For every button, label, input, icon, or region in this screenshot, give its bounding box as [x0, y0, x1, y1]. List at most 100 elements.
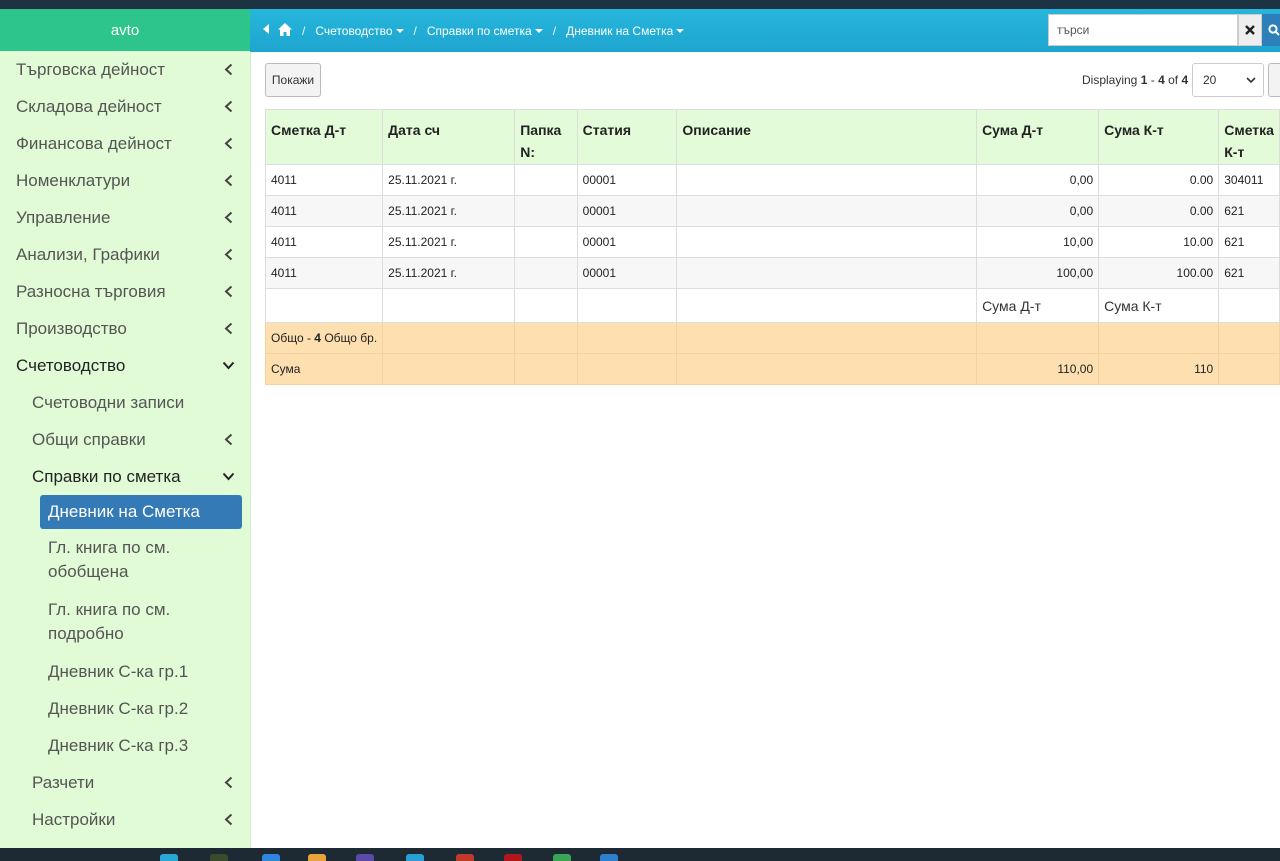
sidebar-item-label: Номенклатури [16, 171, 130, 191]
column-header[interactable]: Сума Д-т [976, 109, 1100, 165]
cell-sum-dt: 100,00 [976, 257, 1100, 289]
table-row[interactable]: 4011 25.11.2021 г. 00001 0,00 0.00 621 [264, 195, 1280, 227]
breadcrumb-label: Дневник на Сметка [566, 23, 674, 38]
cell-date: 25.11.2021 г. [382, 164, 516, 196]
cell-sum-dt: 10,00 [976, 226, 1100, 258]
column-header[interactable]: Сметка Д-т [264, 109, 384, 165]
sidebar-item-9[interactable]: Счетоводни записи [0, 384, 250, 421]
range-to: 4 [1158, 73, 1165, 87]
sum-cell [382, 353, 516, 385]
taskbar-app-icon[interactable] [504, 854, 522, 861]
sidebar-item-label: Счетоводни записи [32, 393, 184, 413]
sidebar-item-11[interactable]: Справки по сметка [0, 458, 250, 495]
sum-cell [514, 353, 578, 385]
search-input[interactable] [1048, 14, 1238, 46]
taskbar-app-icon[interactable] [406, 854, 424, 861]
total-cell [576, 322, 678, 354]
column-header[interactable]: Статия [576, 109, 678, 165]
sidebar-item-13[interactable]: Гл. книга по см. обобщена [0, 529, 250, 591]
chevron-left-icon [220, 321, 236, 337]
sidebar-item-18[interactable]: Разчети [0, 764, 250, 801]
sidebar-item-15[interactable]: Дневник С-ка гр.1 [0, 653, 250, 690]
sidebar-item-2[interactable]: Финансова дейност [0, 125, 250, 162]
cell-account-dt: 4011 [264, 226, 384, 258]
cell-sum-kt: 10.00 [1098, 226, 1220, 258]
breadcrumb-account-journal[interactable]: Дневник на Сметка [566, 23, 685, 38]
cell-date: 25.11.2021 г. [382, 257, 516, 289]
caret-down-icon [534, 29, 543, 34]
column-header[interactable]: Дата сч [382, 109, 516, 165]
column-header[interactable]: Сметка К-т [1218, 109, 1280, 165]
taskbar-app-icon[interactable] [210, 854, 228, 861]
window-top-border [0, 0, 1280, 9]
page-size-value: 20 [1203, 73, 1217, 87]
taskbar-app-icon[interactable] [456, 854, 474, 861]
table-row[interactable]: 4011 25.11.2021 г. 00001 0,00 0.00 304011 [264, 164, 1280, 196]
breadcrumb-account-reports[interactable]: Справки по сметка [427, 24, 543, 38]
chevron-left-icon [220, 210, 236, 226]
sidebar-item-6[interactable]: Разносна търговия [0, 273, 250, 310]
breadcrumb: / Счетоводство / Справки по сметка / Дне… [262, 9, 685, 52]
sidebar-item-label: Финансова дейност [16, 134, 172, 154]
back-arrow-icon[interactable] [262, 23, 270, 38]
taskbar-app-icon[interactable] [356, 854, 374, 861]
clear-search-button[interactable] [1238, 14, 1262, 46]
cell-article: 00001 [576, 226, 678, 258]
sidebar-item-5[interactable]: Анализи, Графики [0, 236, 250, 273]
sum-cell [676, 353, 978, 385]
taskbar-app-icon[interactable] [160, 854, 178, 861]
pagination-info: Displaying 1 - 4 of 4 [1082, 73, 1188, 87]
show-button[interactable]: Покажи [265, 63, 321, 97]
taskbar-app-icon[interactable] [262, 854, 280, 861]
taskbar-app-icon[interactable] [600, 854, 618, 861]
total-cell: Общо - 4 Общо бр. [264, 322, 384, 354]
breadcrumb-accounting[interactable]: Счетоводство [315, 23, 404, 38]
page-size-select[interactable]: 20 [1192, 63, 1264, 97]
footer-header-cell: Сума Д-т [976, 288, 1100, 323]
sidebar-menu: Търговска дейност Складова дейност Финансо… [0, 51, 250, 838]
taskbar-app-icon[interactable] [308, 854, 326, 861]
sidebar-item-7[interactable]: Производство [0, 310, 250, 347]
breadcrumb-separator: / [413, 23, 417, 38]
sum-row: Сума 110,00 110 [264, 353, 1280, 385]
sidebar-item-12[interactable]: Дневник на Сметка [40, 495, 242, 529]
cell-date: 25.11.2021 г. [382, 226, 516, 258]
sidebar-item-0[interactable]: Търговска дейност [0, 51, 250, 88]
sidebar-item-label: Гл. книга по см. подробно [48, 598, 170, 646]
sidebar-item-text: обобщена [48, 562, 129, 581]
brand-title[interactable]: avto [0, 9, 250, 51]
sidebar-item-label: Складова дейност [16, 97, 162, 117]
cell-article: 00001 [576, 164, 678, 196]
column-header[interactable]: Описание [676, 109, 978, 165]
sidebar-item-text: Складова дейност [16, 96, 162, 116]
column-header[interactable]: Сума К-т [1098, 109, 1220, 165]
footer-header-cell [576, 288, 678, 323]
sidebar-item-label: Разчети [32, 773, 94, 793]
home-icon[interactable] [278, 22, 292, 39]
table-row[interactable]: 4011 25.11.2021 г. 00001 100,00 100.00 621 [264, 257, 1280, 289]
sidebar-item-16[interactable]: Дневник С-ка гр.2 [0, 690, 250, 727]
footer-header-cell [676, 288, 978, 323]
cell-sum-kt: 100.00 [1098, 257, 1220, 289]
sidebar-item-4[interactable]: Управление [0, 199, 250, 236]
footer-header-cell [1218, 288, 1280, 323]
sidebar-item-10[interactable]: Общи справки [0, 421, 250, 458]
sidebar-item-19[interactable]: Настройки [0, 801, 250, 838]
table-row[interactable]: 4011 25.11.2021 г. 00001 10,00 10.00 621 [264, 226, 1280, 258]
sidebar-item-label: Търговска дейност [16, 60, 165, 80]
cell-folder [514, 226, 578, 258]
print-button[interactable] [1268, 63, 1280, 97]
taskbar-app-icon[interactable] [553, 854, 571, 861]
breadcrumb-label: Счетоводство [315, 23, 393, 38]
column-header[interactable]: Папка N: [514, 109, 578, 165]
sidebar-item-label: Управление [16, 208, 111, 228]
sidebar-item-1[interactable]: Складова дейност [0, 88, 250, 125]
sidebar-item-8[interactable]: Счетоводство [0, 347, 250, 384]
search-button[interactable] [1262, 14, 1280, 46]
sidebar-item-17[interactable]: Дневник С-ка гр.3 [0, 727, 250, 764]
chevron-left-icon [220, 99, 236, 115]
sidebar-item-label: Дневник на Сметка [48, 502, 200, 522]
sidebar-item-14[interactable]: Гл. книга по см. подробно [0, 591, 250, 653]
sidebar-item-3[interactable]: Номенклатури [0, 162, 250, 199]
total-cell [976, 322, 1100, 354]
